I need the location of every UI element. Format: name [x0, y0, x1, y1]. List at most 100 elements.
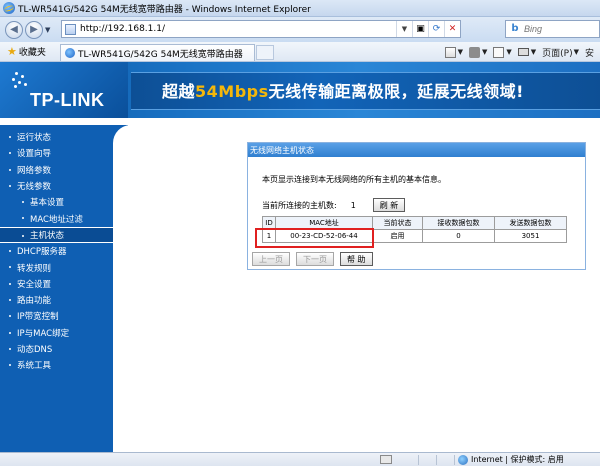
- menu-item-setup-wizard[interactable]: 设置向导: [0, 145, 113, 161]
- menu-item-forwarding[interactable]: 转发规则: [0, 259, 113, 275]
- bullet-icon: [9, 250, 11, 253]
- router-banner: TP-LINK 超越54Mbps无线传输距离极限，延展无线领域!: [0, 62, 600, 118]
- feeds-button[interactable]: ▼: [468, 46, 487, 58]
- security-status-icon: [380, 455, 392, 464]
- print-icon: [517, 48, 529, 56]
- new-tab-button[interactable]: [256, 45, 274, 60]
- menu-item-label: 路由功能: [17, 296, 52, 307]
- menu-item-label: IP带宽控制: [17, 312, 59, 323]
- slogan-highlight: 54Mbps: [195, 82, 269, 101]
- help-button[interactable]: 帮 助: [340, 252, 373, 266]
- address-bar[interactable]: http://192.168.1.1/ ▼ ▣ ⟳ ✕: [61, 20, 461, 38]
- menu-item-host-status[interactable]: 主机状态: [0, 226, 113, 244]
- menu-item-basic-settings[interactable]: 基本设置: [0, 194, 113, 210]
- menu-item-label: 网络参数: [17, 165, 52, 176]
- refresh-button[interactable]: 刷 新: [372, 198, 406, 212]
- safety-menu-button[interactable]: 安: [585, 46, 594, 59]
- bullet-icon: [9, 331, 11, 334]
- status-divider: [418, 455, 419, 465]
- menu-item-label: IP与MAC绑定: [17, 328, 70, 339]
- bullet-icon: [9, 315, 11, 318]
- brand-logo: TP-LINK: [30, 90, 105, 110]
- menu-item-label: 动态DNS: [17, 345, 53, 355]
- logo-area: TP-LINK: [0, 62, 128, 118]
- address-tools: ▼ ▣ ⟳ ✕: [396, 21, 460, 37]
- page-menu-button[interactable]: 页面(P) ▼: [542, 46, 579, 59]
- host-count-value: 1: [350, 200, 356, 210]
- host-status: 启用: [372, 229, 423, 243]
- panel-title: 无线网络主机状态: [248, 143, 585, 157]
- menu-item-bandwidth[interactable]: IP带宽控制: [0, 308, 113, 324]
- panel-description: 本页显示连接到本无线网络的所有主机的基本信息。: [262, 175, 446, 184]
- bullet-icon: [9, 266, 11, 269]
- bullet-icon: [9, 168, 11, 171]
- address-url[interactable]: http://192.168.1.1/: [80, 24, 396, 34]
- menu-item-label: 安全设置: [17, 279, 52, 290]
- browser-window: TL-WR541G/542G 54M无线宽带路由器 - Windows Inte…: [0, 0, 600, 466]
- command-bar: ▼ ▼ ▼ ▼ 页面(P) ▼ 安: [444, 44, 600, 60]
- page-icon: [65, 23, 76, 35]
- slogan-prefix: 超越: [162, 82, 196, 101]
- menu-item-label: 主机状态: [30, 230, 65, 241]
- menu-item-security[interactable]: 安全设置: [0, 276, 113, 292]
- column-header-tx: 发送数据包数: [494, 216, 567, 230]
- address-dropdown-icon[interactable]: ▼: [396, 21, 412, 37]
- menu-item-running-status[interactable]: 运行状态: [0, 129, 113, 145]
- security-zone[interactable]: Internet | 保护模式: 启用: [458, 454, 564, 465]
- star-icon: ★: [7, 45, 17, 58]
- back-button[interactable]: ◀: [5, 20, 23, 39]
- column-header-rx: 接收数据包数: [422, 216, 495, 230]
- menu-item-dhcp[interactable]: DHCP服务器: [0, 243, 113, 259]
- address-bar-row: ◀ ▶ ▼ http://192.168.1.1/ ▼ ▣ ⟳ ✕ b: [0, 17, 600, 42]
- mail-button[interactable]: ▼: [493, 46, 512, 58]
- globe-icon: [458, 454, 468, 465]
- print-button[interactable]: ▼: [517, 48, 536, 56]
- stop-icon[interactable]: ✕: [444, 21, 460, 37]
- favorites-bar: ★ 收藏夹 TL-WR541G/542G 54M无线宽带路由器 ▼ ▼ ▼ ▼ …: [0, 42, 600, 62]
- home-button[interactable]: ▼: [444, 46, 463, 58]
- bullet-icon: [9, 152, 11, 155]
- ie-logo-icon: [3, 2, 15, 14]
- menu-item-wireless[interactable]: 无线参数: [0, 178, 113, 194]
- host-count-row: 当前所连接的主机数: 1 刷 新: [262, 198, 406, 212]
- status-bar: Internet | 保护模式: 启用: [0, 452, 600, 466]
- bullet-icon: [22, 234, 24, 237]
- menu-item-label: 转发规则: [17, 263, 52, 274]
- menu-item-network[interactable]: 网络参数: [0, 162, 113, 178]
- recent-pages-dropdown-icon[interactable]: ▼: [45, 26, 50, 34]
- refresh-icon[interactable]: ⟳: [428, 21, 444, 37]
- forward-button[interactable]: ▶: [25, 20, 43, 39]
- host-rx-count: 0: [422, 229, 495, 243]
- safety-menu-label: 安: [584, 48, 594, 59]
- bullet-icon: [9, 184, 11, 187]
- menu-item-system-tools[interactable]: 系统工具: [0, 357, 113, 373]
- next-page-button[interactable]: 下一页: [296, 252, 334, 266]
- favorites-button[interactable]: ★ 收藏夹: [4, 44, 49, 60]
- search-box[interactable]: b: [505, 20, 600, 38]
- sidebar-menu: 运行状态 设置向导 网络参数 无线参数 基本设置 MAC地址过滤 主机状态 DH…: [0, 129, 113, 373]
- menu-item-label: 系统工具: [17, 361, 52, 372]
- menu-item-label: MAC地址过滤: [30, 214, 83, 225]
- menu-item-label: 运行状态: [17, 133, 52, 144]
- menu-item-label: 设置向导: [17, 149, 52, 160]
- menu-item-label: DHCP服务器: [17, 247, 67, 258]
- page-menu-label: 页面(P): [542, 48, 573, 59]
- compat-view-icon[interactable]: ▣: [412, 21, 428, 37]
- status-divider: [436, 455, 437, 465]
- menu-item-routing[interactable]: 路由功能: [0, 292, 113, 308]
- pagination-row: 上一页 下一页 帮 助: [252, 252, 373, 266]
- rss-icon: [468, 46, 480, 58]
- menu-item-mac-filter[interactable]: MAC地址过滤: [0, 210, 113, 226]
- title-bar: TL-WR541G/542G 54M无线宽带路由器 - Windows Inte…: [0, 0, 600, 17]
- host-count-label: 当前所连接的主机数:: [262, 200, 337, 210]
- prev-page-button[interactable]: 上一页: [252, 252, 290, 266]
- browser-tab[interactable]: TL-WR541G/542G 54M无线宽带路由器: [60, 44, 255, 61]
- bullet-icon: [9, 364, 11, 367]
- bullet-icon: [22, 201, 24, 204]
- search-input[interactable]: [524, 24, 594, 34]
- menu-item-ddns[interactable]: 动态DNS: [0, 341, 113, 357]
- home-icon: [444, 46, 456, 58]
- content-corner: [113, 125, 133, 452]
- banner-slogan: 超越54Mbps无线传输距离极限，延展无线领域!: [162, 78, 524, 102]
- menu-item-ip-mac-binding[interactable]: IP与MAC绑定: [0, 325, 113, 341]
